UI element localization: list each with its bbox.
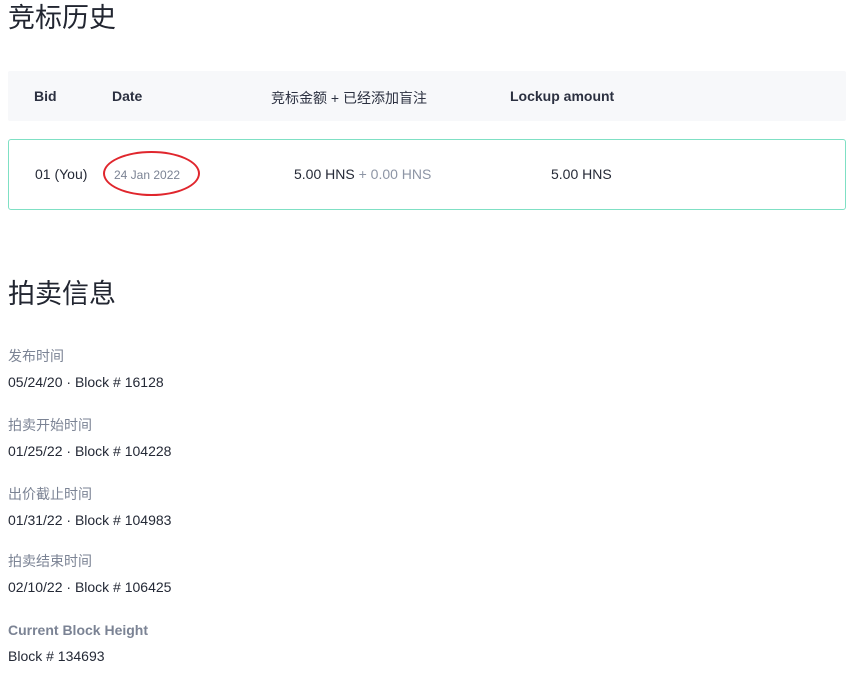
bid-date: 24 Jan 2022: [114, 168, 181, 182]
bid-table-header: Bid Date 竞标金额 + 已经添加盲注 Lockup amount: [8, 71, 846, 121]
info-label: 拍卖结束时间: [8, 553, 92, 569]
bid-amount-cell: 5.00 HNS + 0.00 HNS: [294, 166, 431, 182]
info-bid-deadline: 出价截止时间 01/31/22 · Block # 104983: [8, 486, 171, 529]
bid-history-title: 竞标历史: [8, 3, 116, 33]
info-auction-end: 拍卖结束时间 02/10/22 · Block # 106425: [8, 553, 171, 596]
info-published: 发布时间 05/24/20 · Block # 16128: [8, 348, 164, 391]
info-current-block-height: Current Block Height Block # 134693: [8, 622, 148, 665]
info-label: 拍卖开始时间: [8, 417, 92, 433]
column-header-lockup: Lockup amount: [510, 88, 615, 104]
info-value: 05/24/20 · Block # 16128: [8, 374, 164, 390]
column-header-date: Date: [112, 88, 143, 104]
info-value: 01/31/22 · Block # 104983: [8, 512, 172, 528]
blind-added: + 0.00 HNS: [358, 166, 432, 182]
info-label: 发布时间: [8, 348, 64, 364]
info-value: Block # 134693: [8, 648, 105, 664]
info-label: Current Block Height: [8, 622, 149, 638]
info-label: 出价截止时间: [8, 486, 92, 502]
column-header-amount: 竞标金额 + 已经添加盲注: [271, 90, 427, 106]
info-value: 01/25/22 · Block # 104228: [8, 443, 172, 459]
auction-info-title: 拍卖信息: [8, 279, 116, 309]
bid-number: 01 (You): [35, 166, 88, 182]
lockup-amount: 5.00 HNS: [551, 166, 612, 182]
bid-amount: 5.00 HNS: [294, 166, 355, 182]
info-value: 02/10/22 · Block # 106425: [8, 579, 172, 595]
info-auction-start: 拍卖开始时间 01/25/22 · Block # 104228: [8, 417, 171, 460]
table-row: 01 (You) 24 Jan 2022 5.00 HNS + 0.00 HNS…: [8, 139, 846, 210]
column-header-bid: Bid: [34, 88, 57, 104]
